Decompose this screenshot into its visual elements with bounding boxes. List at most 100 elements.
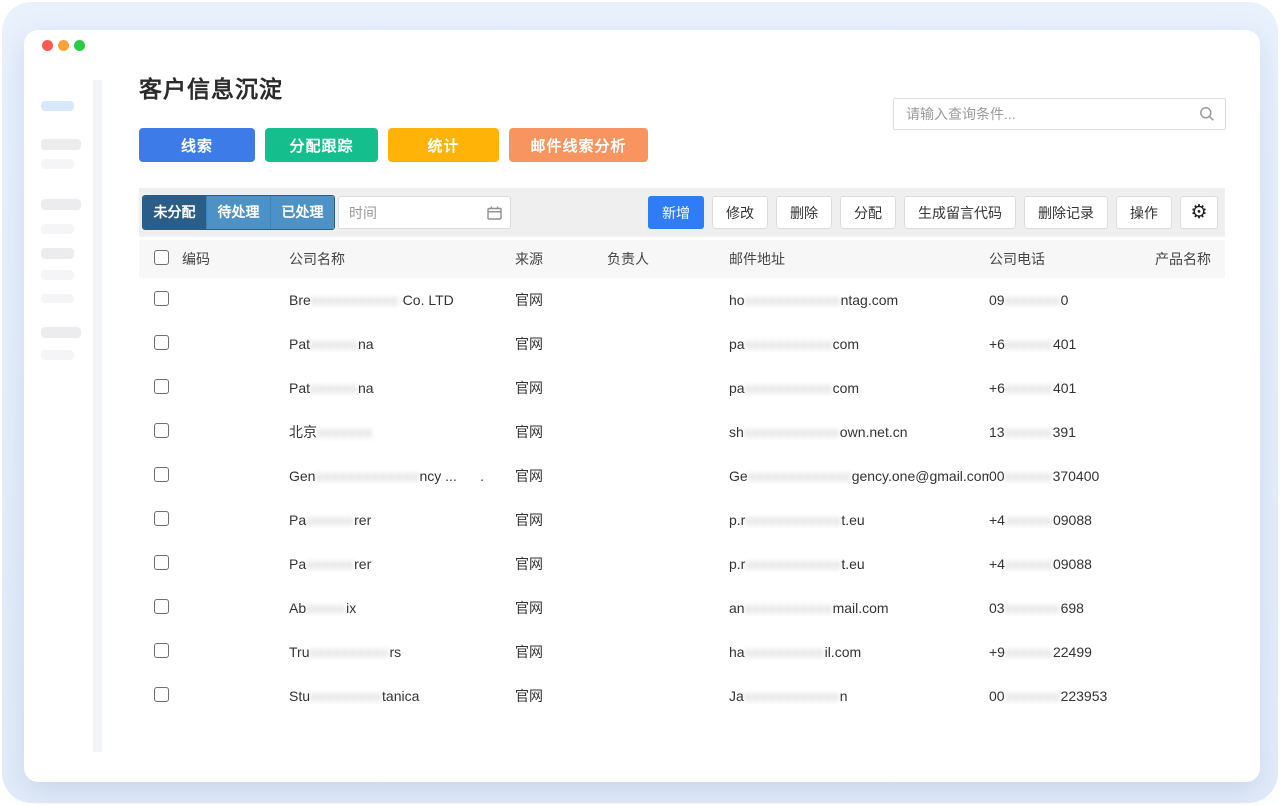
cell-source: 官网 <box>515 292 543 308</box>
edit-button[interactable]: 修改 <box>712 196 768 229</box>
row-checkbox[interactable] <box>154 423 169 438</box>
sidebar-skeleton-item <box>41 139 81 150</box>
cell-company: Genxxxxxxxxxxxxxncy ... . <box>289 468 485 484</box>
generate-message-code-button[interactable]: 生成留言代码 <box>904 196 1016 229</box>
row-checkbox[interactable] <box>154 335 169 350</box>
cell-phone: 03xxxxxxx698 <box>989 600 1084 616</box>
cell-phone: 00xxxxxxx223953 <box>989 688 1108 704</box>
status-tabs: 未分配 待处理 已处理 <box>142 195 335 230</box>
zoom-window-button[interactable] <box>74 40 85 51</box>
cell-email: paxxxxxxxxxxxcom <box>729 380 860 396</box>
cell-email: shxxxxxxxxxxxxown.net.cn <box>729 424 908 440</box>
table-row[interactable]: Abxxxxxix 官网 anxxxxxxxxxxxmail.com 03xxx… <box>139 586 1225 630</box>
row-checkbox[interactable] <box>154 687 169 702</box>
column-header-phone: 公司电话 <box>989 251 1045 267</box>
row-checkbox[interactable] <box>154 291 169 306</box>
column-header-owner: 负责人 <box>607 251 649 267</box>
row-checkbox[interactable] <box>154 599 169 614</box>
cell-email: paxxxxxxxxxxxcom <box>729 336 860 352</box>
redacted-text: xxxxxx <box>306 512 355 528</box>
redacted-text: xxxxxx <box>306 556 355 572</box>
add-button[interactable]: 新增 <box>648 196 704 229</box>
close-window-button[interactable] <box>42 40 53 51</box>
redacted-text: xxxxxxx <box>1004 600 1061 616</box>
column-header-product: 产品名称 <box>1155 251 1211 267</box>
row-checkbox[interactable] <box>154 379 169 394</box>
cell-company: Patxxxxxxna <box>289 380 374 396</box>
cell-source: 官网 <box>515 512 543 528</box>
minimize-window-button[interactable] <box>58 40 69 51</box>
table-row[interactable]: Patxxxxxxna 官网 paxxxxxxxxxxxcom +6xxxxxx… <box>139 366 1225 410</box>
table-row[interactable]: 北京xxxxxxx 官网 shxxxxxxxxxxxxown.net.cn 13… <box>139 410 1225 454</box>
search-box <box>893 98 1226 130</box>
mail-clue-analysis-button[interactable]: 邮件线索分析 <box>509 128 648 162</box>
app-window: 客户信息沉淀 线索 分配跟踪 统计 邮件线索分析 未分配 待处理 已处理 <box>24 30 1260 782</box>
operate-button[interactable]: 操作 <box>1116 196 1172 229</box>
column-header-source: 来源 <box>515 251 543 267</box>
redacted-text: xxxxxx <box>1004 644 1053 660</box>
table-row[interactable]: Paxxxxxxrer 官网 p.rxxxxxxxxxxxxt.eu +4xxx… <box>139 542 1225 586</box>
calendar-icon[interactable] <box>487 206 502 220</box>
redacted-text: xxxxxx <box>1004 556 1053 572</box>
redacted-text: xxxxxxxxxxxx <box>745 512 842 528</box>
table-row[interactable]: Genxxxxxxxxxxxxxncy ... . 官网 Gexxxxxxxxx… <box>139 454 1225 498</box>
cell-company: Paxxxxxxrer <box>289 556 372 572</box>
cell-phone: +4xxxxxx09088 <box>989 556 1092 572</box>
cell-company: 北京xxxxxxx <box>289 424 373 440</box>
table-row[interactable]: Stuxxxxxxxxxtanica 官网 Jaxxxxxxxxxxxxn 00… <box>139 674 1225 718</box>
select-all-checkbox[interactable] <box>154 250 169 265</box>
search-input[interactable] <box>894 106 1199 122</box>
redacted-text: xxxxxxxxxxx <box>744 600 833 616</box>
delete-button[interactable]: 删除 <box>776 196 832 229</box>
column-header-company: 公司名称 <box>289 251 345 267</box>
tab-pending[interactable]: 待处理 <box>206 196 270 229</box>
cell-phone: +6xxxxxx401 <box>989 380 1077 396</box>
redacted-text: xxxxxxx <box>1004 292 1061 308</box>
cell-email: haxxxxxxxxxxil.com <box>729 644 862 660</box>
settings-button[interactable]: ⚙ <box>1180 196 1218 229</box>
cell-email: Jaxxxxxxxxxxxxn <box>729 688 848 704</box>
page-background: 客户信息沉淀 线索 分配跟踪 统计 邮件线索分析 未分配 待处理 已处理 <box>2 2 1278 803</box>
cell-email: anxxxxxxxxxxxmail.com <box>729 600 889 616</box>
cell-company: Truxxxxxxxxxxrs <box>289 644 402 660</box>
row-checkbox[interactable] <box>154 511 169 526</box>
cell-source: 官网 <box>515 556 543 572</box>
tab-processed[interactable]: 已处理 <box>270 196 334 229</box>
cell-source: 官网 <box>515 600 543 616</box>
cell-phone: +9xxxxxx22499 <box>989 644 1092 660</box>
page-title: 客户信息沉淀 <box>139 76 283 102</box>
sidebar-skeleton-item <box>41 327 81 338</box>
redacted-text: xxxxxx <box>1004 424 1053 440</box>
row-checkbox[interactable] <box>154 467 169 482</box>
redacted-text: xxxxxxxxxxx <box>744 380 833 396</box>
table-header: 编码 公司名称 来源 负责人 邮件地址 公司电话 产品名称 <box>139 240 1225 278</box>
delete-record-button[interactable]: 删除记录 <box>1024 196 1108 229</box>
row-checkbox[interactable] <box>154 555 169 570</box>
date-input[interactable] <box>339 204 487 221</box>
table-row[interactable]: Patxxxxxxna 官网 paxxxxxxxxxxxcom +6xxxxxx… <box>139 322 1225 366</box>
tab-unassigned[interactable]: 未分配 <box>143 196 206 229</box>
column-header-code: 编码 <box>182 251 210 267</box>
assign-track-button[interactable]: 分配跟踪 <box>265 128 378 162</box>
clues-button[interactable]: 线索 <box>139 128 255 162</box>
sidebar-skeleton-item <box>41 224 74 234</box>
redacted-text: xxxxxxxxxxxx <box>743 688 840 704</box>
redacted-text: xxxxxxxxxxx <box>310 292 399 308</box>
table-row[interactable]: Brexxxxxxxxxxx Co. LTD 官网 hoxxxxxxxxxxxx… <box>139 278 1225 322</box>
redacted-text: xxxxxx <box>1004 512 1053 528</box>
redacted-text: xxxxxxxxxxxxx <box>747 468 852 484</box>
statistics-button[interactable]: 统计 <box>388 128 499 162</box>
sidebar-divider <box>93 80 102 752</box>
redacted-text: xxxxxx <box>1004 380 1053 396</box>
table-row[interactable]: Truxxxxxxxxxxrs 官网 haxxxxxxxxxxil.com +9… <box>139 630 1225 674</box>
redacted-text: xxxxxxxxxxxxx <box>315 468 420 484</box>
table-row[interactable]: Paxxxxxxrer 官网 p.rxxxxxxxxxxxxt.eu +4xxx… <box>139 498 1225 542</box>
cell-source: 官网 <box>515 468 543 484</box>
redacted-text: xxxxxxxxxxxx <box>745 556 842 572</box>
assign-button[interactable]: 分配 <box>840 196 896 229</box>
cell-phone: +6xxxxxx401 <box>989 336 1077 352</box>
sidebar-skeleton-item <box>41 294 74 303</box>
redacted-text: xxxxxxxxxx <box>744 644 825 660</box>
search-icon[interactable] <box>1199 106 1215 122</box>
row-checkbox[interactable] <box>154 643 169 658</box>
